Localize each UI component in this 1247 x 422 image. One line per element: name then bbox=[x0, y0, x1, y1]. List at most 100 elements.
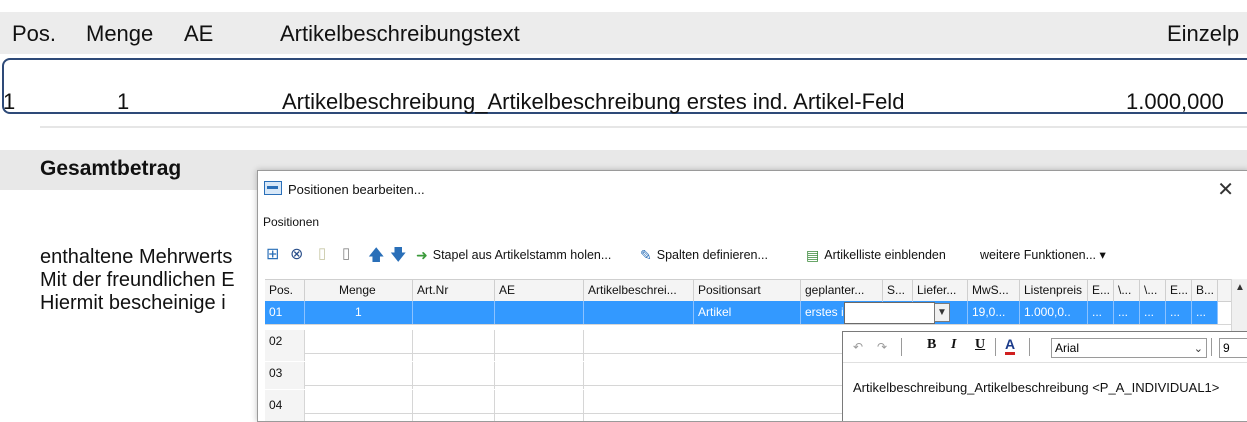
row-menge[interactable] bbox=[305, 330, 413, 361]
row-artnr[interactable] bbox=[413, 362, 495, 389]
col-e4[interactable]: E... bbox=[1166, 280, 1192, 301]
undo-icon[interactable]: ↶ bbox=[853, 340, 863, 354]
row-ae[interactable] bbox=[495, 330, 584, 361]
font-size-select[interactable]: 9 ⌄ bbox=[1219, 338, 1247, 358]
row-artnr[interactable] bbox=[413, 390, 495, 421]
row-pos: 01 bbox=[265, 301, 305, 324]
doc-text-line-3: Hiermit bescheinige i bbox=[40, 292, 226, 314]
artikelbeschreibung-editor-cell[interactable] bbox=[844, 302, 935, 324]
row-e4[interactable]: ... bbox=[1166, 301, 1192, 324]
row-e3[interactable]: ... bbox=[1140, 301, 1166, 324]
artikelliste-button[interactable]: ▤ Artikelliste einblenden bbox=[806, 247, 946, 264]
dialog-title: Positionen bearbeiten... bbox=[288, 182, 425, 197]
col-e2[interactable]: \... bbox=[1114, 280, 1140, 301]
scroll-up-icon[interactable]: ▲ bbox=[1235, 282, 1245, 293]
close-icon[interactable]: ✕ bbox=[1217, 177, 1234, 202]
font-color-icon[interactable]: A bbox=[1005, 337, 1016, 355]
col-e1[interactable]: E... bbox=[1088, 280, 1114, 301]
row-pos: 03 bbox=[265, 362, 305, 389]
grid-row-01[interactable]: 01 1 Artikel erstes ind... 0 19,0... 1.0… bbox=[265, 301, 1231, 325]
doc-row-pos: 1 bbox=[3, 89, 16, 114]
row-artnr[interactable] bbox=[413, 301, 495, 324]
col-positionsart[interactable]: Positionsart bbox=[694, 280, 801, 301]
col-mws[interactable]: MwS... bbox=[968, 280, 1020, 301]
move-down-icon[interactable]: 🡇 bbox=[390, 244, 406, 271]
col-liefer[interactable]: Liefer... bbox=[913, 280, 968, 301]
redo-icon[interactable]: ↷ bbox=[877, 340, 887, 354]
doc-col-pos: Pos. bbox=[12, 21, 57, 46]
doc-col-menge: Menge bbox=[86, 21, 154, 46]
toolbar-separator bbox=[1211, 338, 1212, 356]
col-ae[interactable]: AE bbox=[495, 280, 584, 301]
doc-row-beschreibung: Artikelbeschreibung_Artikelbeschreibung … bbox=[282, 89, 905, 114]
col-artnr[interactable]: Art.Nr bbox=[413, 280, 495, 301]
row-positionsart[interactable]: Artikel bbox=[694, 301, 801, 324]
col-listenpreis[interactable]: Listenpreis bbox=[1020, 280, 1088, 301]
list-icon: ▤ bbox=[806, 247, 820, 263]
doc-col-ae: AE bbox=[184, 21, 214, 46]
font-family-select[interactable]: Arial ⌄ bbox=[1051, 338, 1207, 358]
insert-row-icon[interactable]: ⊞ bbox=[266, 244, 279, 264]
document-table-header: Pos. Menge AE Artikelbeschreibungstext E… bbox=[0, 12, 1247, 54]
import-arrow-icon: ➜ bbox=[416, 247, 428, 263]
doc-row-menge: 1 bbox=[117, 89, 130, 114]
toolbar-separator bbox=[995, 338, 996, 356]
move-up-icon[interactable]: 🡅 bbox=[368, 244, 384, 271]
italic-icon[interactable]: I bbox=[951, 337, 956, 353]
font-size-value: 9 bbox=[1223, 341, 1230, 355]
toolbar-separator bbox=[1029, 338, 1030, 356]
row-pos: 04 bbox=[265, 390, 305, 421]
row-listenpreis[interactable]: 1.000,0.. bbox=[1020, 301, 1088, 324]
window-icon bbox=[264, 181, 282, 195]
delete-icon[interactable]: ⊗ bbox=[290, 244, 303, 264]
total-label: Gesamtbetrag bbox=[40, 157, 182, 180]
stapel-label: Stapel aus Artikelstamm holen... bbox=[432, 248, 612, 262]
doc-row-preis: 1.000,000 bbox=[1126, 89, 1224, 114]
toolbar-separator bbox=[901, 338, 902, 356]
dropdown-arrow-icon: ▾ bbox=[1099, 248, 1106, 262]
doc-text-line-2: Mit der freundlichen E bbox=[40, 269, 235, 291]
row-mws[interactable]: 19,0... bbox=[968, 301, 1020, 324]
menu-positionen[interactable]: Positionen bbox=[258, 215, 319, 229]
row-menge[interactable] bbox=[305, 362, 413, 389]
weitere-label: weitere Funktionen... bbox=[980, 248, 1097, 262]
col-pos[interactable]: Pos. bbox=[265, 280, 305, 301]
row-e2[interactable]: ... bbox=[1114, 301, 1140, 324]
spalten-button[interactable]: ✎ Spalten definieren... bbox=[640, 247, 768, 264]
dialog-titlebar[interactable]: Positionen bearbeiten... ✕ bbox=[258, 171, 1247, 207]
document-position-row[interactable]: 1 1 Artikelbeschreibung_Artikelbeschreib… bbox=[2, 58, 1247, 114]
edit-columns-icon: ✎ bbox=[640, 247, 652, 263]
col-artikelbeschreibung[interactable]: Artikelbeschrei... bbox=[584, 280, 694, 301]
font-family-value: Arial bbox=[1055, 341, 1080, 355]
row-ae[interactable] bbox=[495, 301, 584, 324]
chevron-down-icon[interactable]: ▼ bbox=[934, 303, 950, 322]
spalten-label: Spalten definieren... bbox=[656, 248, 768, 262]
document-divider bbox=[40, 126, 1247, 128]
description-editor: ↶ ↷ B I U A Arial ⌄ 9 ⌄ Artikelbeschreib… bbox=[842, 331, 1247, 421]
copy-icon[interactable]: ▯ bbox=[342, 244, 350, 262]
row-e1[interactable]: ... bbox=[1088, 301, 1114, 324]
row-ae[interactable] bbox=[495, 390, 584, 421]
row-artikelbeschreibung[interactable] bbox=[584, 301, 694, 324]
col-e5[interactable]: B... bbox=[1192, 280, 1218, 301]
doc-text-line-1: enthaltene Mehrwerts bbox=[40, 246, 233, 268]
stapel-button[interactable]: ➜ Stapel aus Artikelstamm holen... bbox=[416, 247, 611, 264]
bold-icon[interactable]: B bbox=[927, 337, 936, 353]
editor-toolbar: ↶ ↷ B I U A Arial ⌄ 9 ⌄ bbox=[843, 332, 1247, 363]
col-s[interactable]: S... bbox=[883, 280, 913, 301]
row-e5[interactable]: ... bbox=[1192, 301, 1218, 324]
weitere-funktionen-button[interactable]: weitere Funktionen... ▾ bbox=[980, 247, 1106, 262]
dialog-toolbar: ⊞ ⊗ ▯ ▯ 🡅 🡇 ➜ Stapel aus Artikelstamm hol… bbox=[258, 243, 1247, 269]
paste-icon[interactable]: ▯ bbox=[318, 244, 326, 262]
col-e3[interactable]: \... bbox=[1140, 280, 1166, 301]
row-ae[interactable] bbox=[495, 362, 584, 389]
doc-col-einzelpreis: Einzelp bbox=[1167, 21, 1240, 46]
row-artnr[interactable] bbox=[413, 330, 495, 361]
editor-content[interactable]: Artikelbeschreibung_Artikelbeschreibung … bbox=[853, 380, 1219, 395]
col-geplanter[interactable]: geplanter... bbox=[801, 280, 883, 301]
col-menge[interactable]: Menge bbox=[305, 280, 413, 301]
row-menge[interactable] bbox=[305, 390, 413, 421]
artikelliste-label: Artikelliste einblenden bbox=[824, 248, 946, 262]
underline-icon[interactable]: U bbox=[975, 337, 985, 353]
row-menge[interactable]: 1 bbox=[305, 301, 413, 324]
